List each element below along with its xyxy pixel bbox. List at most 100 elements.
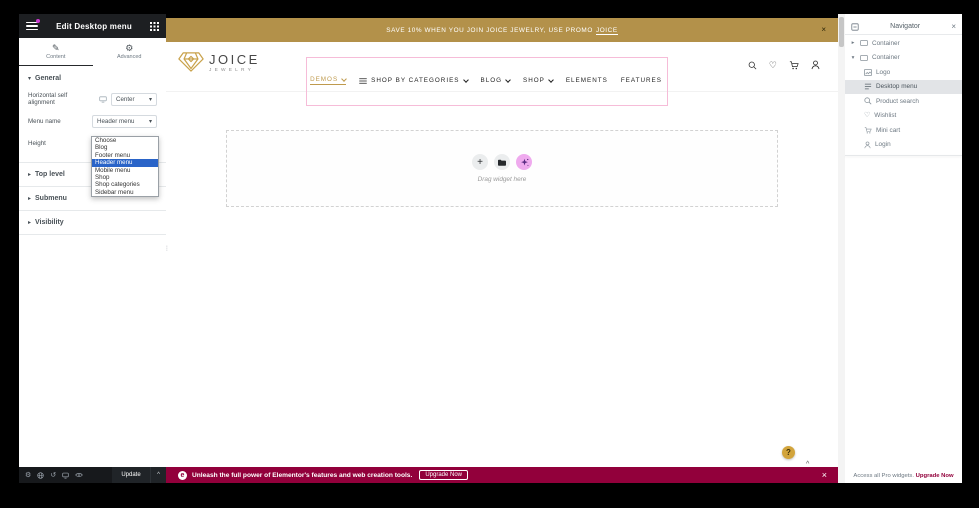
settings-gear-icon[interactable]: ⚙ xyxy=(25,472,31,479)
drop-zone[interactable]: + Drag widget here xyxy=(226,130,778,207)
navigator-close-icon[interactable]: × xyxy=(951,23,956,31)
panel-body: ▾ General Horizontal self alignment Cent… xyxy=(19,66,166,467)
caret-right-icon[interactable]: ▸ xyxy=(850,40,856,46)
menu-name-select[interactable]: Header menu ▾ xyxy=(92,115,157,128)
person-icon xyxy=(864,141,871,149)
dropdown-option[interactable]: Choose xyxy=(92,137,158,144)
responsive-mode-icon[interactable] xyxy=(62,472,69,479)
heart-icon: ♡ xyxy=(864,112,870,119)
dropdown-option[interactable]: Blog xyxy=(92,144,158,151)
site-settings-globe-icon[interactable] xyxy=(37,472,44,479)
nav-item-elements[interactable]: ELEMENTS xyxy=(566,77,608,84)
dropdown-option[interactable]: Mobile menu xyxy=(92,167,158,174)
notification-close-icon[interactable]: × xyxy=(822,471,827,480)
image-icon xyxy=(864,69,872,76)
desktop-menu-widget: DEMOS SHOP BY CATEGORIES BLOG SHOP ELEME… xyxy=(306,57,666,104)
desktop-device-icon[interactable] xyxy=(99,96,107,103)
tree-item-mini-cart[interactable]: Mini cart xyxy=(845,123,962,138)
tab-content[interactable]: ✎ Content xyxy=(19,38,93,66)
chevron-down-icon xyxy=(505,77,511,83)
container-icon xyxy=(860,55,868,61)
hamburger-menu-icon[interactable] xyxy=(26,22,38,31)
promo-close-icon[interactable]: × xyxy=(821,26,826,34)
nav-item-features[interactable]: FEATURES xyxy=(621,77,662,84)
editor-stage: Edit Desktop menu ✎ Content ⚙ Advanced ▾… xyxy=(0,0,979,508)
navigator-header: Navigator × xyxy=(845,19,962,35)
chevron-down-icon xyxy=(341,76,347,82)
logo-name: JOICE xyxy=(209,52,260,67)
pencil-icon: ✎ xyxy=(52,44,60,53)
tree-item-product-search[interactable]: Product search xyxy=(845,94,962,109)
panel-resize-handle[interactable]: ⋮ xyxy=(164,248,167,258)
navigator-panel: Navigator × ▸ Container ▾ Container Logo… xyxy=(845,14,962,483)
wishlist-heart-icon[interactable]: ♡ xyxy=(769,61,777,70)
tab-advanced[interactable]: ⚙ Advanced xyxy=(93,38,167,66)
caret-right-icon: ▸ xyxy=(28,219,31,226)
dropdown-option[interactable]: Footer menu xyxy=(92,152,158,159)
add-widget-plus-icon[interactable]: + xyxy=(472,154,488,170)
drop-zone-hint: Drag widget here xyxy=(478,176,527,183)
promo-link[interactable]: JOICE xyxy=(596,27,618,35)
diamond-logo-icon xyxy=(178,51,204,73)
search-icon xyxy=(864,97,872,105)
update-options-chevron[interactable]: ^ xyxy=(150,467,166,483)
panel-title: Edit Desktop menu xyxy=(38,22,150,31)
upgrade-now-button[interactable]: Upgrade Now xyxy=(419,470,468,480)
upgrade-notification-bar: e Unleash the full power of Elementor's … xyxy=(166,467,838,483)
chevron-down-icon: ▾ xyxy=(149,118,152,125)
pro-upgrade-link[interactable]: Upgrade Now xyxy=(916,473,954,479)
caret-down-icon[interactable]: ▾ xyxy=(850,55,856,61)
nav-item-shop[interactable]: SHOP xyxy=(523,77,553,84)
dropdown-option[interactable]: Shop xyxy=(92,174,158,181)
ai-spark-icon[interactable] xyxy=(516,154,532,170)
site-header: JOICE JEWELRY DEMOS SHOP BY CATEGORIES B… xyxy=(166,42,838,92)
search-icon[interactable] xyxy=(748,61,757,70)
nav-item-demos[interactable]: DEMOS xyxy=(310,76,346,85)
scrollbar-thumb[interactable] xyxy=(839,17,844,47)
elementor-badge-icon: e xyxy=(178,471,187,480)
container-icon xyxy=(860,40,868,46)
cart-icon[interactable] xyxy=(789,61,799,70)
menu-name-dropdown: Choose Blog Footer menu Header menu Mobi… xyxy=(91,136,159,197)
tree-item-logo[interactable]: Logo xyxy=(845,65,962,80)
preview-eye-icon[interactable] xyxy=(75,472,83,478)
history-icon[interactable]: ↺ xyxy=(50,472,56,479)
account-icon[interactable] xyxy=(811,60,820,70)
cart-icon xyxy=(864,127,872,134)
widget-edit-panel: Edit Desktop menu ✎ Content ⚙ Advanced ▾… xyxy=(19,14,166,483)
dropdown-option[interactable]: Shop categories xyxy=(92,181,158,188)
caret-down-icon: ▾ xyxy=(28,75,31,82)
nav-item-shop-by-categories[interactable]: SHOP BY CATEGORIES xyxy=(359,77,467,84)
nav-menu-icon xyxy=(864,83,872,90)
chevron-down-icon xyxy=(463,77,469,83)
tree-item-container-expanded[interactable]: ▾ Container xyxy=(845,51,962,66)
logo-tagline: JEWELRY xyxy=(209,68,260,73)
tree-item-desktop-menu[interactable]: Desktop menu xyxy=(845,80,962,95)
gear-icon: ⚙ xyxy=(125,44,133,53)
caret-right-icon: ▸ xyxy=(28,195,31,202)
section-general[interactable]: ▾ General xyxy=(19,66,166,88)
nav-item-blog[interactable]: BLOG xyxy=(481,77,511,84)
tree-item-container[interactable]: ▸ Container xyxy=(845,36,962,51)
chevron-down-icon xyxy=(548,77,554,83)
site-logo[interactable]: JOICE JEWELRY xyxy=(178,51,260,73)
update-button[interactable]: Update xyxy=(112,467,150,483)
dropdown-option-selected[interactable]: Header menu xyxy=(92,159,158,166)
tree-item-wishlist[interactable]: ♡ Wishlist xyxy=(845,109,962,124)
caret-right-icon: ▸ xyxy=(28,171,31,178)
header-icons: ♡ xyxy=(748,60,820,70)
dock-icon[interactable] xyxy=(851,23,859,31)
navigator-title: Navigator xyxy=(859,23,951,30)
control-alignment: Horizontal self alignment Center ▾ xyxy=(19,88,166,110)
widgets-grid-icon[interactable] xyxy=(150,22,159,31)
pro-widgets-footer: Access all Pro widgets. Upgrade Now xyxy=(845,473,962,479)
section-visibility[interactable]: ▸ Visibility xyxy=(19,210,166,235)
preview-scrollbar[interactable] xyxy=(838,14,845,483)
template-folder-icon[interactable] xyxy=(494,154,510,170)
preview-canvas: SAVE 10% WHEN YOU JOIN JOICE JEWELRY, US… xyxy=(166,14,838,483)
help-button[interactable]: ? xyxy=(782,446,795,459)
panel-tabs: ✎ Content ⚙ Advanced xyxy=(19,38,166,67)
alignment-select[interactable]: Center ▾ xyxy=(111,93,157,106)
dropdown-option[interactable]: Sidebar menu xyxy=(92,189,158,196)
tree-item-login[interactable]: Login xyxy=(845,138,962,153)
